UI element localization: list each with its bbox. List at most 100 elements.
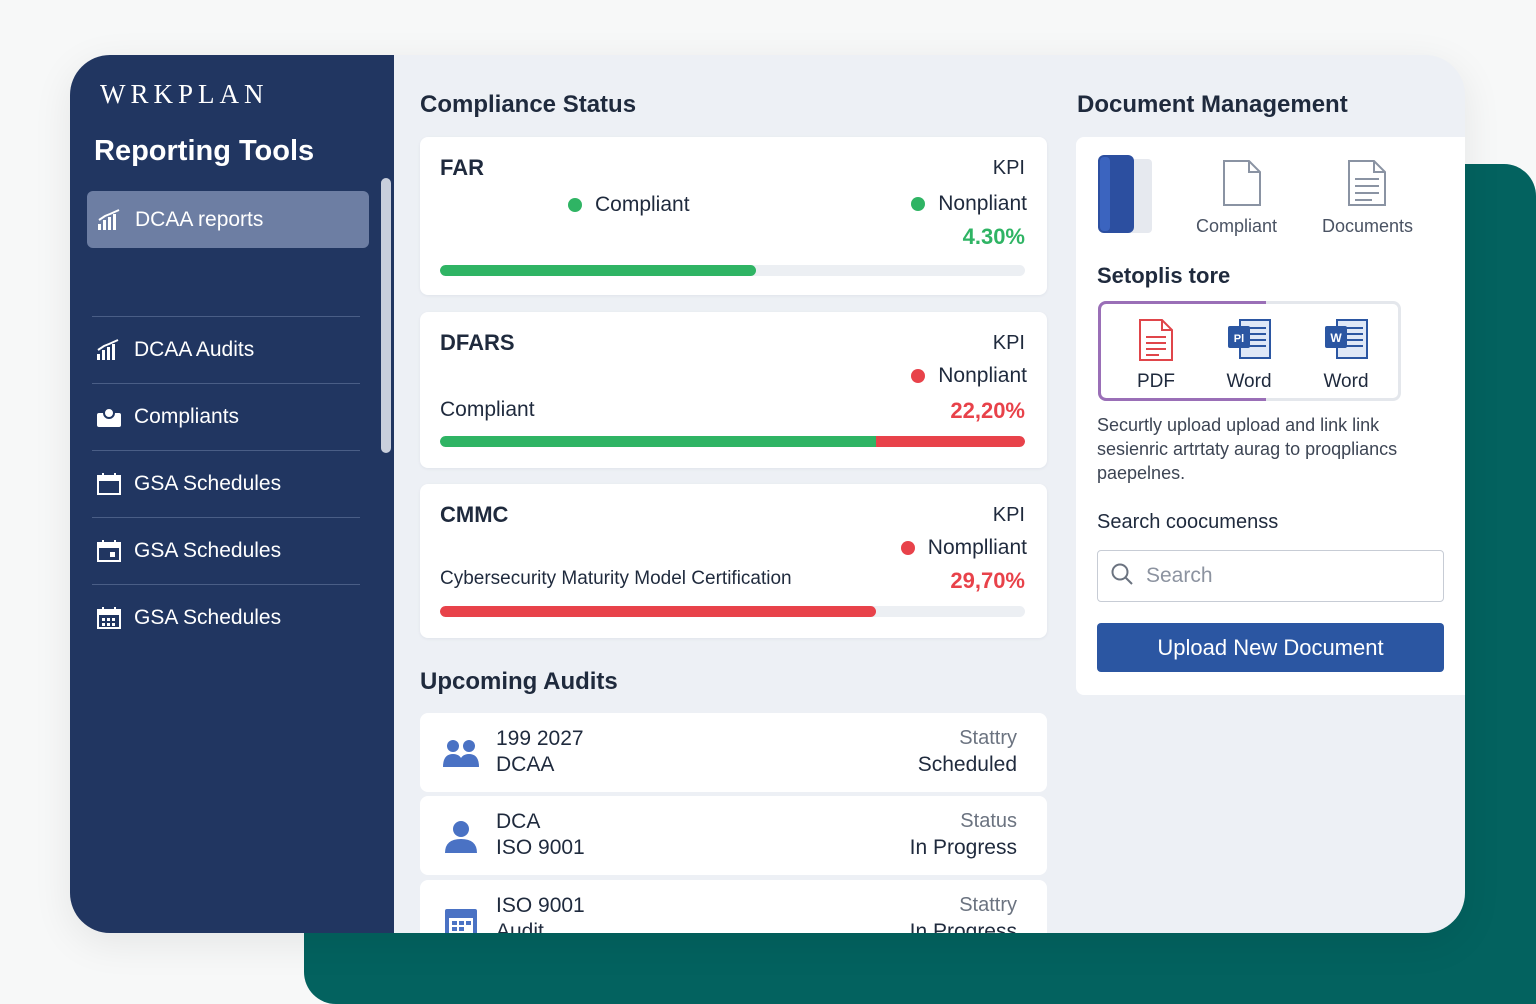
legend-label: Nomplliant xyxy=(927,536,1027,559)
upcoming-audits-heading: Upcoming Audits xyxy=(420,668,618,695)
audit-type: Audit xyxy=(496,920,544,933)
bar-chart-icon xyxy=(97,208,127,232)
calendar-icon xyxy=(96,472,126,496)
folder-binder-icon[interactable] xyxy=(1096,155,1154,240)
search-icon xyxy=(1110,562,1134,591)
audit-row[interactable]: 199 2027 DCAA Stattry Scheduled xyxy=(420,713,1047,792)
progress-fill-red xyxy=(875,436,1025,447)
kpi-label: KPI xyxy=(992,157,1025,179)
sidebar-item-label: GSA Schedules xyxy=(134,606,282,629)
sidebar-item-gsa-schedules-3[interactable]: GSA Schedules xyxy=(92,584,360,651)
app-window: WRKPLAN Reporting Tools DCAA reports DCA… xyxy=(70,55,1465,933)
calendar-icon xyxy=(96,539,126,563)
calendar-grid-icon xyxy=(96,606,126,630)
audit-row[interactable]: ISO 9001 Audit Stattry In Progress xyxy=(420,880,1047,933)
file-type-word-1[interactable]: Pl Word xyxy=(1214,318,1284,393)
user-icon xyxy=(442,820,480,854)
svg-text:Pl: Pl xyxy=(1234,333,1244,345)
sidebar-item-label: DCAA reports xyxy=(135,207,264,231)
status-label: Stattry xyxy=(959,727,1017,749)
sidebar-item-gsa-schedules-1[interactable]: GSA Schedules xyxy=(92,450,360,517)
search-input[interactable] xyxy=(1144,563,1428,589)
sidebar-item-label: GSA Schedules xyxy=(134,539,282,562)
document-icon[interactable] xyxy=(1221,159,1263,212)
file-type-word-2[interactable]: W Word xyxy=(1311,318,1381,393)
calendar-icon xyxy=(442,904,480,933)
progress-fill-red xyxy=(440,606,876,617)
sidebar-item-dcaa-reports[interactable]: DCAA reports xyxy=(87,191,369,248)
pdf-icon xyxy=(1137,319,1175,366)
upload-description: Securtly upload upload and link link ses… xyxy=(1097,415,1398,483)
file-types-heading: Setoplis tore xyxy=(1097,263,1231,288)
status-value: Scheduled xyxy=(917,753,1017,776)
audit-row[interactable]: DCA ISO 9001 Status In Progress xyxy=(420,796,1047,875)
sidebar-item-label: Compliants xyxy=(134,405,240,428)
file-type-label: Word xyxy=(1226,371,1272,392)
card-title: CMMC xyxy=(440,502,509,527)
progress-bar xyxy=(440,606,1025,617)
legend-nonpliant: Nonpliant xyxy=(911,364,1027,388)
word-doc-icon: Pl xyxy=(1226,319,1272,366)
sidebar-item-label: GSA Schedules xyxy=(134,472,282,495)
file-type-label: PDF xyxy=(1137,371,1175,392)
bar-chart-icon xyxy=(96,338,126,362)
card-label: Compliant xyxy=(440,398,535,421)
sidebar-title: Reporting Tools xyxy=(94,135,315,167)
kpi-label: KPI xyxy=(992,332,1025,354)
user-card-icon xyxy=(96,405,126,429)
file-types-box: PDF Pl Word W Word xyxy=(1098,301,1401,401)
audit-name: DCAA xyxy=(496,753,555,776)
card-label: Cybersecurity Maturity Model Certificati… xyxy=(440,568,792,589)
compliance-status-heading: Compliance Status xyxy=(420,91,637,118)
audit-agency: DCA xyxy=(496,810,541,833)
progress-fill-green xyxy=(440,436,876,447)
file-type-pdf[interactable]: PDF xyxy=(1121,318,1191,393)
audit-name: ISO 9001 xyxy=(496,894,585,917)
sidebar-list: DCAA Audits Compliants GSA Schedules GSA… xyxy=(92,316,360,651)
word-icon: W xyxy=(1323,319,1369,366)
document-panel: Compliant Documents Setoplis tore PDF Pl… xyxy=(1076,137,1465,695)
progress-bar xyxy=(440,436,1025,447)
kpi-label: KPI xyxy=(992,504,1025,526)
icon-label-compliant: Compliant xyxy=(1196,216,1278,236)
documents-list-icon[interactable] xyxy=(1346,159,1388,212)
status-value: In Progress xyxy=(909,920,1017,933)
file-type-label: Word xyxy=(1323,371,1369,392)
status-label: Status xyxy=(960,810,1017,832)
sidebar-item-label: DCAA Audits xyxy=(134,338,255,361)
red-dot-icon xyxy=(900,541,915,555)
green-dot-icon xyxy=(911,197,926,211)
legend-nonpliant: Nonpliant xyxy=(911,192,1027,216)
document-icons: Compliant Documents xyxy=(1096,155,1436,245)
card-title: DFARS xyxy=(440,330,515,355)
status-value: In Progress xyxy=(909,836,1017,859)
kpi-percent: 4.30% xyxy=(962,224,1025,249)
kpi-percent: 29,70% xyxy=(950,568,1025,593)
compliance-card-far[interactable]: FAR KPI Compliant Nonpliant 4.30% xyxy=(420,137,1047,295)
icon-label-documents: Documents xyxy=(1322,216,1414,236)
sidebar-scrollbar[interactable] xyxy=(381,178,391,453)
search-field[interactable] xyxy=(1097,550,1444,602)
legend-label: Compliant xyxy=(595,193,690,216)
brand-logo: WRKPLAN xyxy=(100,79,269,109)
users-icon xyxy=(442,737,480,771)
sidebar-item-dcaa-audits[interactable]: DCAA Audits xyxy=(92,316,360,383)
sidebar-item-gsa-schedules-2[interactable]: GSA Schedules xyxy=(92,517,360,584)
audit-date: 199 2027 xyxy=(496,727,584,750)
compliance-card-dfars[interactable]: DFARS KPI Nonpliant Compliant 22,20% xyxy=(420,312,1047,468)
search-documents-label: Search coocumenss xyxy=(1097,511,1279,533)
upload-new-document-button[interactable]: Upload New Document xyxy=(1097,623,1444,672)
legend-nonpliant: Nomplliant xyxy=(900,536,1027,560)
status-label: Stattry xyxy=(959,894,1017,916)
sidebar-item-compliants[interactable]: Compliants xyxy=(92,383,360,450)
kpi-percent: 22,20% xyxy=(950,398,1025,423)
sidebar: WRKPLAN Reporting Tools DCAA reports DCA… xyxy=(70,55,394,933)
card-title: FAR xyxy=(440,155,484,180)
progress-bar xyxy=(440,265,1025,276)
green-dot-icon xyxy=(568,198,582,212)
progress-fill-green xyxy=(440,265,756,276)
svg-text:W: W xyxy=(1330,331,1342,345)
legend-compliant: Compliant xyxy=(568,193,690,217)
legend-label: Nonpliant xyxy=(938,192,1027,215)
compliance-card-cmmc[interactable]: CMMC KPI Nomplliant Cybersecurity Maturi… xyxy=(420,484,1047,638)
